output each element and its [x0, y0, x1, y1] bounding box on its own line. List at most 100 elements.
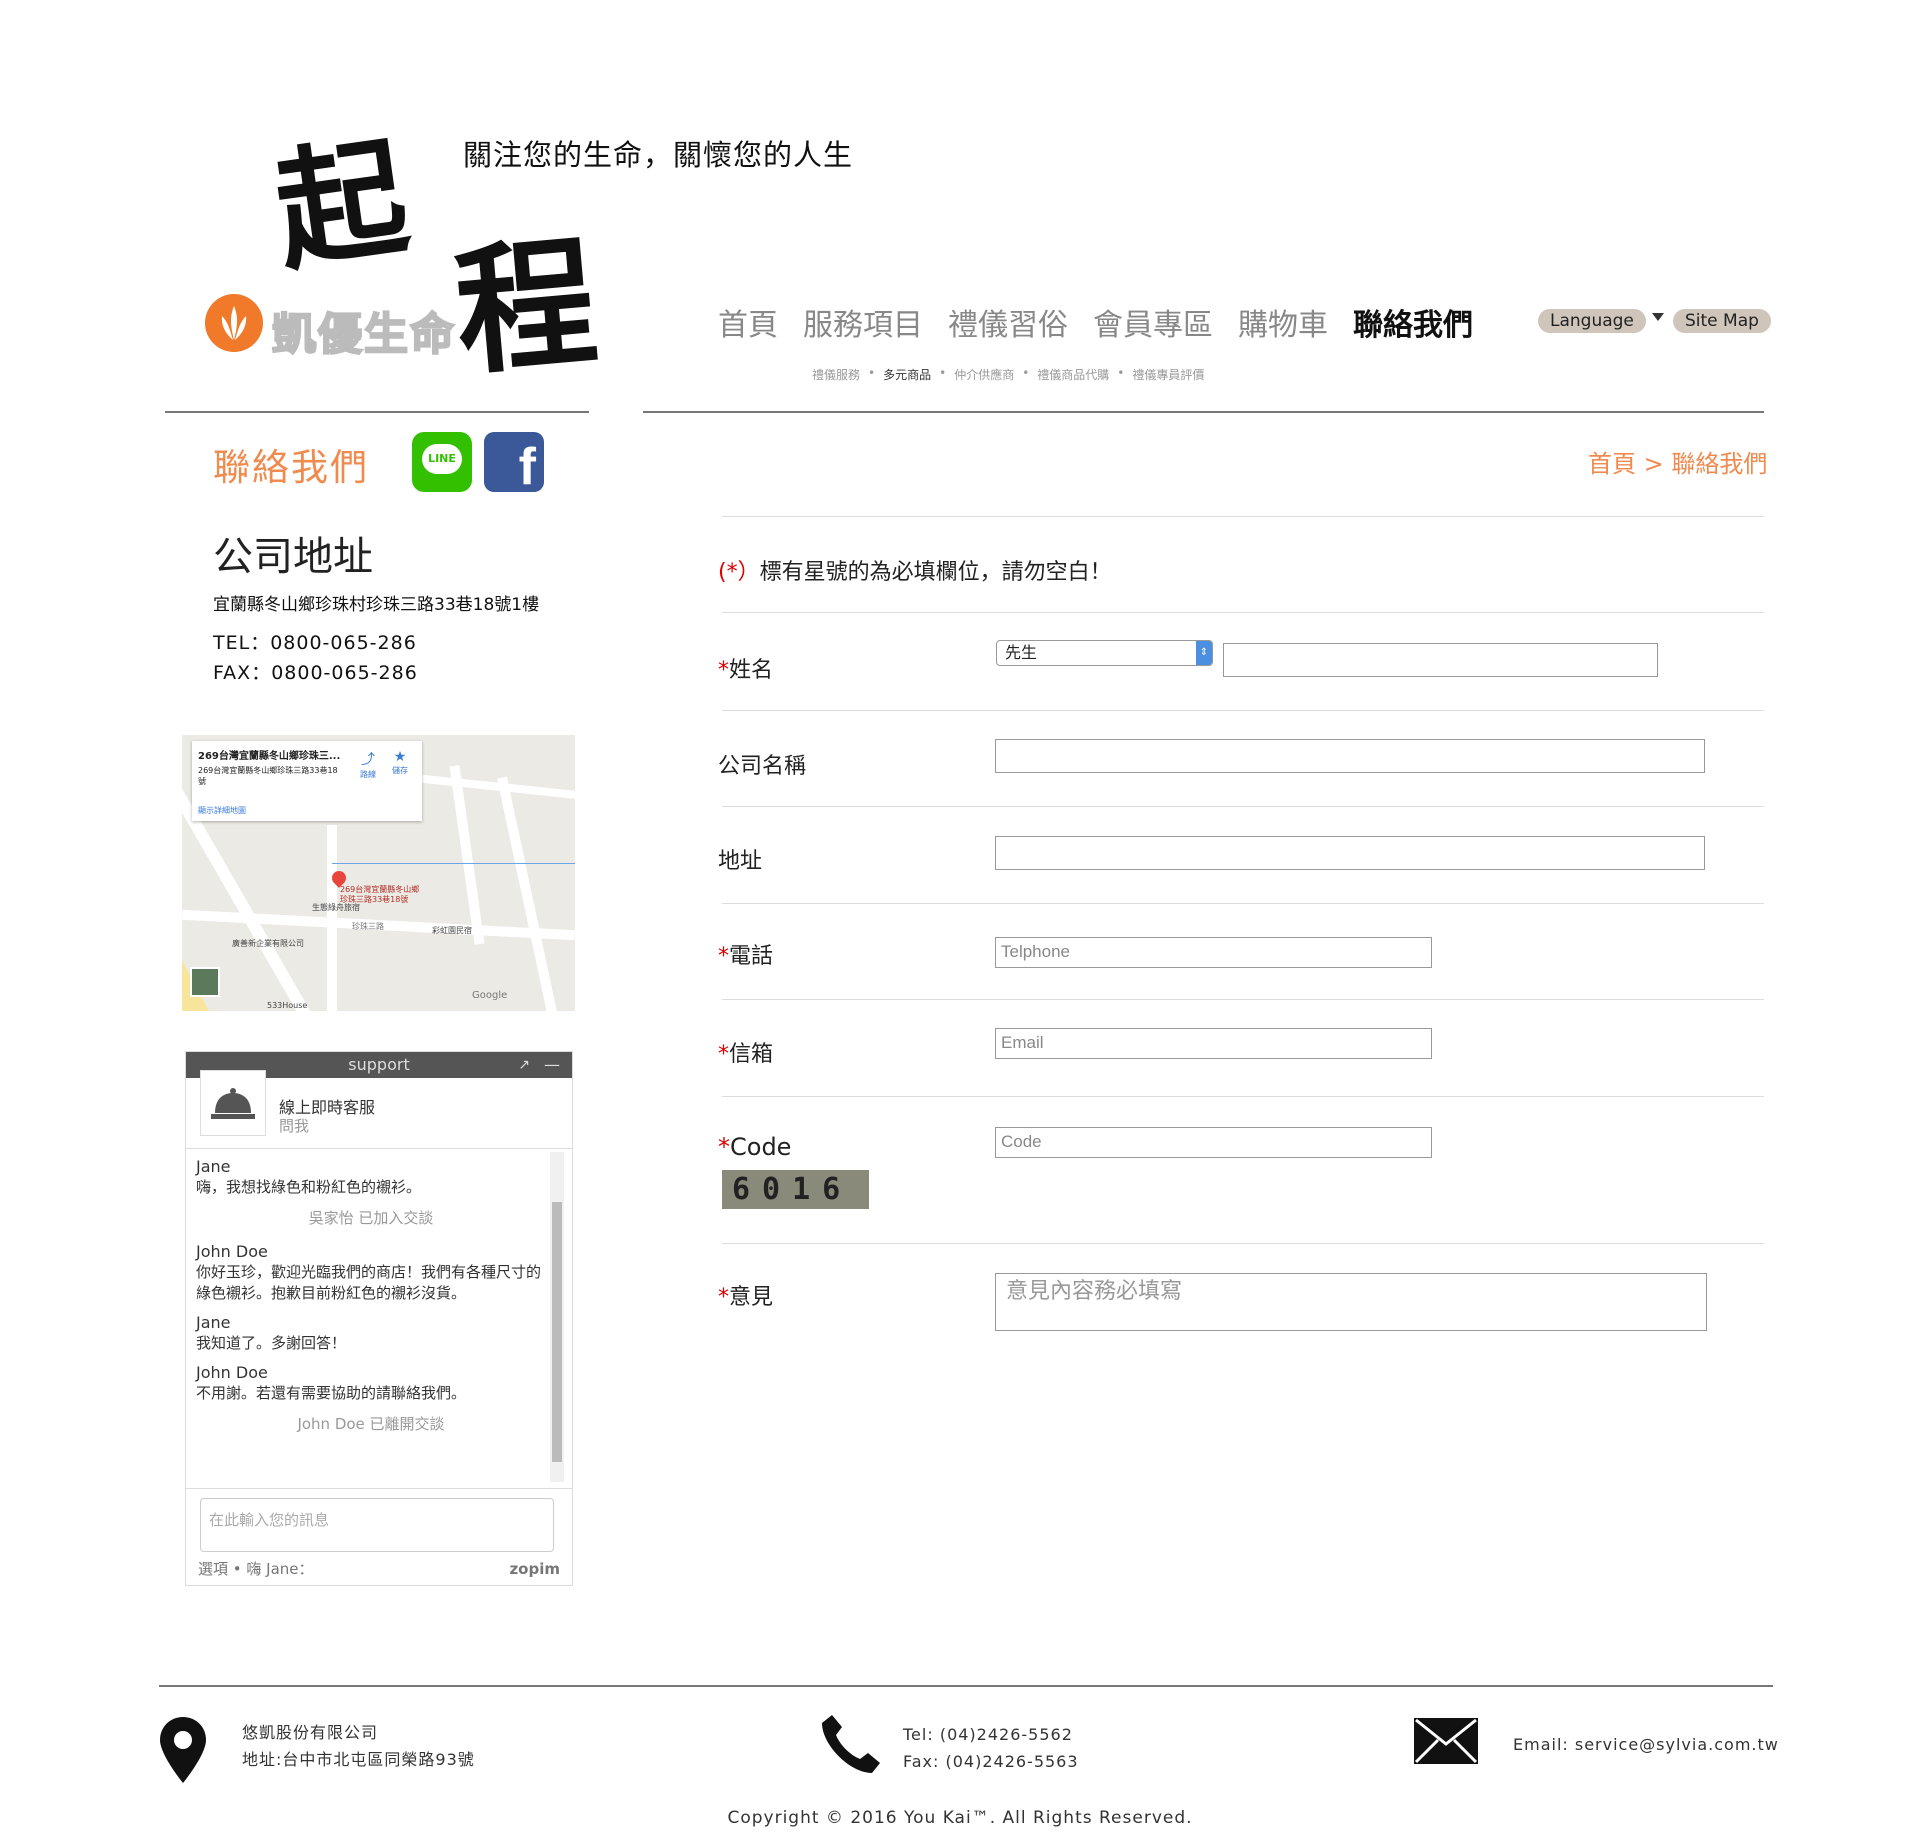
map-road-label: 珍珠三路 — [352, 922, 384, 931]
company-input[interactable] — [995, 739, 1705, 773]
form-rule — [722, 710, 1764, 711]
map-card-title: 269台灣宜蘭縣冬山鄉珍珠三... — [198, 751, 341, 762]
copyright: Copyright © 2016 You Kai™. All Rights Re… — [727, 1808, 1193, 1828]
sitemap-label: Site Map — [1685, 311, 1759, 331]
address-label: 地址 — [718, 849, 763, 874]
phone-input[interactable]: Telphone — [995, 937, 1432, 968]
right-divider — [643, 411, 1764, 413]
main-nav: 首頁 服務項目 禮儀習俗 會員專區 購物車 聯絡我們 — [718, 300, 1473, 344]
code-input[interactable]: Code — [995, 1127, 1432, 1158]
form-rule — [722, 1096, 1764, 1097]
company-fax: FAX：0800-065-286 — [213, 662, 418, 684]
form-rule — [722, 1243, 1764, 1244]
map-place-2: 彩虹園民宿 — [432, 926, 472, 935]
code-label: *Code — [718, 1133, 792, 1161]
required-notice-marker: (*） — [718, 560, 760, 585]
subnav-funeral-service[interactable]: 禮儀服務 — [812, 366, 860, 383]
nav-home[interactable]: 首頁 — [718, 300, 778, 344]
chat-scroll-thumb[interactable] — [552, 1202, 562, 1462]
nav-contact[interactable]: 聯絡我們 — [1353, 300, 1473, 344]
service-bell-icon — [211, 1088, 255, 1119]
required-notice-text: 標有星號的為必填欄位，請勿空白！ — [759, 560, 1112, 585]
map-card-address: 269台灣宜蘭縣冬山鄉珍珠三路33巷18號 — [198, 766, 338, 786]
subnav-purchasing[interactable]: 禮儀商品代購 — [1037, 366, 1109, 383]
map-directions-label: 路線 — [360, 770, 376, 779]
language-button[interactable]: Language — [1538, 309, 1646, 333]
map-detail-link[interactable]: 顯示詳細地圖 — [198, 805, 246, 816]
form-rule — [722, 806, 1764, 807]
map-save-label: 儲存 — [392, 766, 408, 775]
footer-phone-block: Tel: (04)2426-5562 Fax: (04)2426-5563 — [903, 1721, 1079, 1775]
nav-members[interactable]: 會員專區 — [1093, 300, 1213, 344]
form-rule — [722, 999, 1764, 1000]
left-divider — [165, 411, 589, 413]
phone-icon — [820, 1713, 882, 1779]
brand-name: 凱優生命 — [271, 308, 456, 361]
star-icon: ★ — [393, 749, 407, 765]
comment-textarea[interactable]: 意見內容務必填寫 — [995, 1273, 1707, 1331]
footer-divider — [159, 1685, 1773, 1687]
chat-messages: Jane 嗨，我想找綠色和粉紅色的襯衫。 吳家怡 已加入交談 John Doe 你好… — [196, 1157, 546, 1448]
email-input[interactable]: Email — [995, 1028, 1432, 1059]
chat-text: 不用謝。若還有需要協助的請聯絡我們。 — [196, 1384, 467, 1402]
subnav-products[interactable]: 多元商品 — [883, 366, 931, 383]
company-label: 公司名稱 — [718, 754, 807, 779]
subnav-reviews[interactable]: 禮儀專員評價 — [1132, 366, 1204, 383]
chat-message: John Doe 你好玉珍，歡迎光臨我們的商店！我們有各種尺寸的綠色襯衫。抱歉目前… — [196, 1242, 546, 1303]
name-input[interactable] — [1223, 643, 1658, 677]
chat-message: Jane 嗨，我想找綠色和粉紅色的襯衫。 — [196, 1157, 546, 1197]
chat-system-message: John Doe 已離開交談 — [297, 1415, 445, 1433]
chat-message: Jane 我知道了。多謝回答！ — [196, 1313, 546, 1353]
minimize-icon[interactable]: — — [544, 1052, 560, 1078]
nav-cart[interactable]: 購物車 — [1238, 300, 1328, 344]
address-input[interactable] — [995, 836, 1705, 870]
map-place-1: 生態綠舟旅宿 — [312, 903, 360, 912]
company-tel: TEL：0800-065-286 — [213, 632, 417, 654]
map-place-3: 廣善新企業有限公司 — [232, 939, 304, 948]
company-address: 宜蘭縣冬山鄉珍珠村珍珠三路33巷18號1樓 — [213, 595, 540, 615]
chat-sender: Jane — [196, 1313, 231, 1332]
nav-etiquette[interactable]: 禮儀習俗 — [948, 300, 1068, 344]
chat-sender: John Doe — [196, 1363, 268, 1382]
footer-address-block: 悠凱股份有限公司 地址:台中市北屯區同榮路93號 — [242, 1719, 475, 1773]
comment-label: *意見 — [718, 1285, 774, 1310]
embedded-map[interactable]: 269台灣宜蘭縣冬山鄉珍珠三... 269台灣宜蘭縣冬山鄉珍珠三路33巷18號 … — [182, 735, 575, 1011]
title-select[interactable]: 先生 ⇕ — [996, 640, 1213, 666]
map-directions-button[interactable]: ⤴ 路線 — [360, 749, 376, 780]
form-rule — [722, 903, 1764, 904]
directions-icon: ⤴ — [361, 752, 375, 768]
chat-message: John Doe 不用謝。若還有需要協助的請聯絡我們。 — [196, 1363, 546, 1403]
live-chat-widget: support ↗ — 線上即時客服 問我 Jane 嗨，我想找綠色和粉紅色的襯衫… — [185, 1051, 573, 1586]
nav-services[interactable]: 服務項目 — [803, 300, 923, 344]
required-notice: (*）標有星號的為必填欄位，請勿空白！ — [718, 554, 1112, 586]
chat-scrollbar[interactable] — [550, 1152, 564, 1482]
agent-avatar — [200, 1070, 266, 1136]
sitemap-button[interactable]: Site Map — [1673, 309, 1771, 333]
popout-icon[interactable]: ↗ — [518, 1052, 530, 1078]
brand-logo-icon[interactable] — [205, 294, 263, 352]
agent-subtitle: 問我 — [279, 1117, 310, 1135]
language-label: Language — [1550, 311, 1634, 331]
footer-fax: Fax: (04)2426-5563 — [903, 1752, 1079, 1771]
footer-email[interactable]: Email: service@sylvia.com.tw — [1513, 1731, 1779, 1758]
logo-brush-char-2: 程 — [449, 220, 603, 396]
map-save-button[interactable]: ★ 儲存 — [392, 749, 408, 776]
address-heading: 公司地址 — [213, 534, 373, 580]
facebook-icon[interactable]: f — [484, 432, 544, 492]
form-rule — [722, 516, 1764, 517]
google-logo: Google — [472, 990, 508, 1001]
chat-text: 你好玉珍，歡迎光臨我們的商店！我們有各種尺寸的綠色襯衫。抱歉目前粉紅色的襯衫沒貨… — [196, 1263, 542, 1302]
chat-text: 嗨，我想找綠色和粉紅色的襯衫。 — [196, 1178, 422, 1196]
satellite-toggle-icon[interactable] — [190, 967, 220, 997]
chat-input[interactable]: 在此輸入您的訊息 — [200, 1498, 554, 1552]
footer-address: 地址:台中市北屯區同榮路93號 — [242, 1750, 475, 1769]
subnav-suppliers[interactable]: 仲介供應商 — [954, 366, 1014, 383]
chat-system-message: 吳家怡 已加入交談 — [308, 1209, 434, 1227]
sidebar-title: 聯絡我們 — [213, 446, 369, 489]
language-caret-icon[interactable] — [1652, 313, 1664, 321]
captcha-image[interactable]: 6016 — [722, 1170, 869, 1209]
chat-options[interactable]: 選項 • 嗨 Jane： — [198, 1558, 314, 1579]
chat-text: 我知道了。多謝回答！ — [196, 1334, 347, 1352]
email-label: *信箱 — [718, 1042, 774, 1067]
tagline: 關注您的生命，關懷您的人生 — [463, 138, 854, 172]
